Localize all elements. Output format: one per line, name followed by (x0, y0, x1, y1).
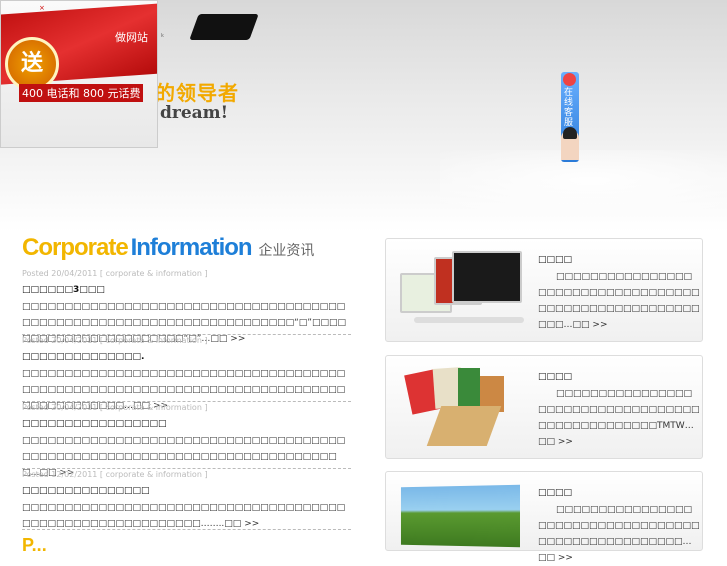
news-item: Posted 12/02/2011 [ corporate & informat… (22, 469, 351, 530)
slogan-english: dream! (160, 103, 229, 123)
news-item: Posted 20/04/2011 [ corporate & informat… (22, 335, 351, 411)
book-graphic (426, 406, 502, 446)
news-meta: Posted 12/02/2011 [ corporate & informat… (22, 470, 208, 479)
card-body: □□□□□□□□□□□□□□□□□□□□□□□□□□□□□□□□□□□□□□□□… (538, 502, 700, 566)
logo[interactable] (189, 14, 259, 40)
brochure-graphic (458, 368, 480, 406)
news-list: Posted 20/04/2011 [ corporate & informat… (22, 268, 351, 530)
card-title[interactable]: □□□□ (538, 488, 572, 498)
card-title[interactable]: □□□□ (538, 372, 572, 382)
service-card: □□□□ □□□□□□□□□□□□□□□□□□□□□□□□□□□□□□□□□□□… (385, 238, 703, 342)
news-excerpt: □□□□□□□□□□□□□□□□□□□□□□□□□□□□□□□□□□□□□□□□… (22, 503, 346, 529)
read-more-link[interactable]: >> (558, 437, 573, 447)
web-design-image (394, 247, 524, 335)
news-meta: Posted 20/04/2011 [ corporate & informat… (22, 336, 208, 345)
nav-mark: k (161, 33, 164, 39)
read-more-link[interactable]: >> (558, 553, 573, 563)
promo-title: 做网站 (115, 31, 148, 44)
card-title[interactable]: □□□□ (538, 255, 572, 265)
news-title[interactable]: □□□□□□□□□□□□□□□ (22, 485, 351, 497)
corporate-section-title: Corporate Information 企业资讯 (22, 234, 314, 262)
promo-seal-badge: 送 (5, 37, 59, 91)
news-title[interactable]: □□□□□□□□□□□□□□□□□ (22, 418, 351, 430)
promo-offer-text: 400 电话和 800 元话费 (19, 84, 144, 102)
read-more-link[interactable]: >> (230, 334, 245, 344)
news-meta: Posted 20/04/2011 [ corporate & informat… (22, 403, 208, 412)
news-title[interactable]: □□□□□□□□□□□□□□. (22, 351, 351, 363)
news-body: □□□□□□□□□□□□□□□□□□□□□□□□□□□□□□□□□□□□□□□□… (22, 500, 351, 532)
title-word-corporate: Corporate (22, 234, 129, 261)
service-label: 在线客服 (564, 88, 574, 128)
card-body: □□□□□□□□□□□□□□□□□□□□□□□□□□□□□□□□□□□□□□□□… (538, 386, 700, 450)
news-item: Posted 20/04/2011 [ corporate & informat… (22, 402, 351, 478)
card-excerpt: □□□□□□□□□□□□□□□□□□□□□□□□□□□□□□□□□□□□□□□□… (538, 272, 700, 330)
read-more-link[interactable]: >> (592, 320, 607, 330)
title-word-information: Information (130, 234, 253, 261)
monitor-stand (414, 317, 524, 323)
monitor-graphic (452, 251, 522, 303)
close-icon[interactable]: × (39, 4, 45, 12)
service-card: □□□□ □□□□□□□□□□□□□□□□□□□□□□□□□□□□□□□□□□□… (385, 355, 703, 459)
service-card: □□□□ □□□□□□□□□□□□□□□□□□□□□□□□□□□□□□□□□□□… (385, 471, 703, 563)
next-section-title: P... (22, 535, 47, 555)
service-logo-icon (563, 73, 576, 86)
promo-popup[interactable]: × 送 做网站 400 电话和 800 元话费 (0, 0, 158, 148)
print-design-image (394, 362, 524, 454)
news-item: Posted 20/04/2011 [ corporate & informat… (22, 268, 351, 344)
card-body: □□□□□□□□□□□□□□□□□□□□□□□□□□□□□□□□□□□□□□□□… (538, 269, 700, 333)
slogan-chinese: 的领导者 (155, 81, 239, 105)
landscape-graphic (400, 484, 521, 548)
news-meta: Posted 20/04/2011 [ corporate & informat… (22, 269, 208, 278)
news-title[interactable]: □□□□□□3□□□ (22, 284, 351, 296)
title-chinese: 企业资讯 (258, 243, 315, 259)
landscape-image (394, 482, 524, 548)
read-more-link[interactable]: >> (244, 519, 259, 529)
online-service-widget[interactable]: 在线客服 (561, 72, 579, 162)
service-avatar (561, 127, 579, 160)
